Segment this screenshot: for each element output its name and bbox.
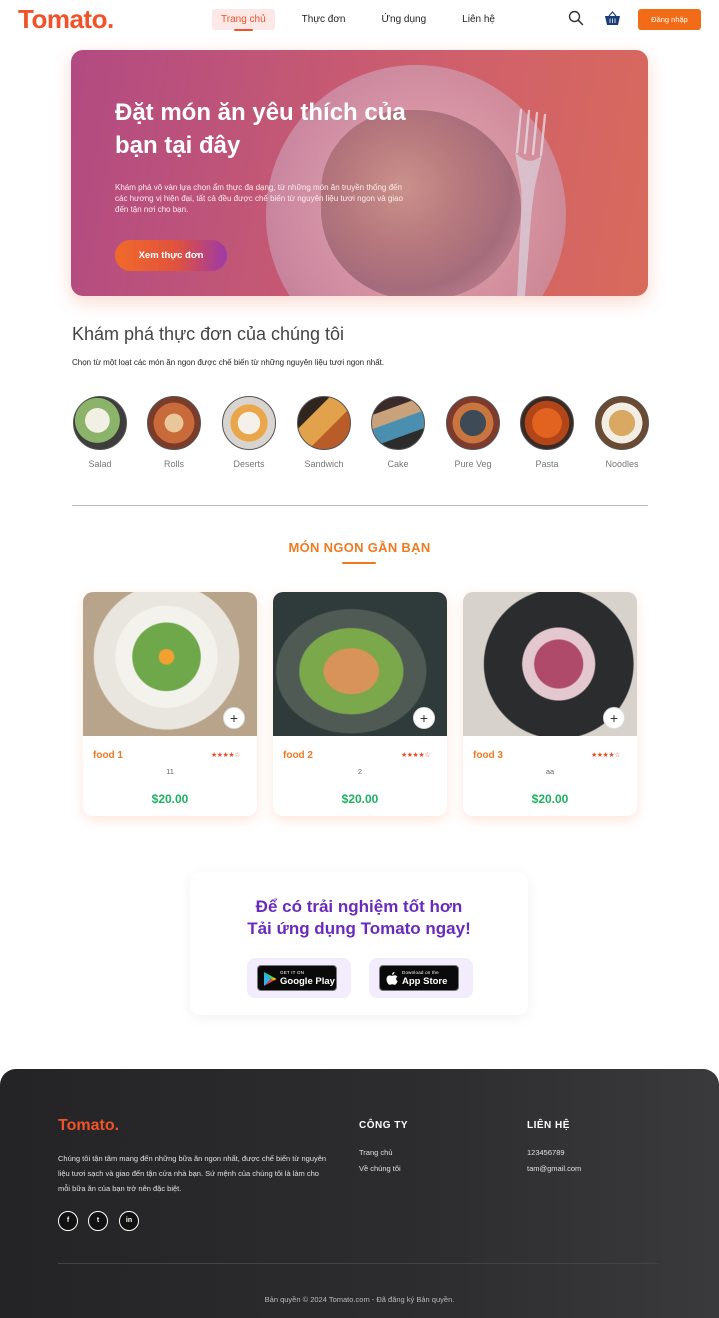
- app-title-line1: Để có trải nghiệm tốt hơn: [255, 897, 463, 916]
- app-download-section: Để có trải nghiệm tốt hơn Tải ứng dụng T…: [190, 872, 528, 1015]
- category-label: Salad: [88, 459, 112, 469]
- category-label: Pure Veg: [454, 459, 492, 469]
- food-price: $20.00: [531, 792, 569, 806]
- category-label: Cake: [387, 459, 409, 469]
- app-download-title: Để có trải nghiệm tốt hơn Tải ứng dụng T…: [190, 896, 528, 940]
- copyright-text: Bản quyền © 2024 Tomato.com - Đã đăng ký…: [264, 1295, 455, 1304]
- navbar: Tomato. Trang chủ Thực đơn Ứng dụng Liên…: [0, 0, 719, 40]
- category-label: Rolls: [163, 459, 184, 469]
- linkedin-icon[interactable]: in: [119, 1211, 139, 1231]
- login-button[interactable]: Đăng nhập: [638, 9, 701, 30]
- google-play-wrapper: GET IT ON Google Play: [247, 958, 351, 998]
- pasta-image: [520, 396, 574, 450]
- food-card[interactable]: + food 3 ★★★★☆ aa $20.00: [463, 592, 637, 816]
- hero-description: Khám phá vô vàn lựa chọn ẩm thực đa dạng…: [115, 183, 403, 214]
- category-label: Sandwich: [304, 459, 344, 469]
- hero-title: Đặt món ăn yêu thích của bạn tại đây: [115, 99, 406, 159]
- footer-company-title: CÔNG TY: [359, 1120, 409, 1131]
- add-to-cart-button[interactable]: +: [413, 707, 435, 729]
- fork-image: [515, 108, 547, 296]
- add-to-cart-button[interactable]: +: [603, 707, 625, 729]
- category-item-pure-veg[interactable]: Pure Veg: [445, 396, 501, 469]
- category-list: Salad Rolls Deserts Sandwich Cake Pure V…: [72, 396, 649, 476]
- category-item-pasta[interactable]: Pasta: [519, 396, 575, 469]
- logo[interactable]: Tomato.: [18, 4, 114, 35]
- pure-veg-image: [446, 396, 500, 450]
- category-item-cake[interactable]: Cake: [370, 396, 426, 469]
- footer-logo[interactable]: Tomato.: [58, 1117, 119, 1135]
- section-divider: [72, 505, 648, 506]
- view-menu-button[interactable]: Xem thực đơn: [115, 240, 227, 271]
- nav-item-menu[interactable]: Thực đơn: [293, 9, 355, 30]
- rating-stars: ★★★★☆: [401, 752, 430, 759]
- nav-menu: Trang chủ Thực đơn Ứng dụng Liên hệ: [212, 9, 522, 31]
- category-item-sandwich[interactable]: Sandwich: [296, 396, 352, 469]
- food-name: food 1: [93, 750, 123, 761]
- footer-about-text: Chúng tôi tận tâm mang đến những bữa ăn …: [58, 1154, 327, 1193]
- category-item-rolls[interactable]: Rolls: [146, 396, 202, 469]
- deserts-image: [222, 396, 276, 450]
- category-item-noodles[interactable]: Noodles: [594, 396, 650, 469]
- food-description: 2: [357, 767, 363, 776]
- rolls-image: [147, 396, 201, 450]
- hero-banner: Đặt món ăn yêu thích của bạn tại đây Khá…: [71, 50, 648, 296]
- food-price: $20.00: [151, 792, 189, 806]
- food-name: food 3: [473, 750, 503, 761]
- google-play-icon: [264, 972, 277, 986]
- cake-image: [371, 396, 425, 450]
- app-store-wrapper: Download on the App Store: [369, 958, 473, 998]
- footer-phone: 123456789: [527, 1148, 565, 1157]
- category-label: Deserts: [233, 459, 265, 469]
- google-play-button[interactable]: GET IT ON Google Play: [257, 965, 337, 991]
- title-underline: [342, 562, 376, 564]
- search-icon[interactable]: [568, 10, 584, 26]
- app-store-button[interactable]: Download on the App Store: [379, 965, 459, 991]
- near-you-title: MÓN NGON GẦN BẠN: [288, 540, 431, 555]
- google-play-text: Google Play: [280, 976, 335, 987]
- apple-icon: [386, 972, 398, 985]
- basket-icon[interactable]: [604, 11, 621, 26]
- category-label: Noodles: [605, 459, 639, 469]
- food-description: aa: [545, 767, 555, 776]
- food-description: 11: [166, 767, 174, 776]
- explore-menu-subtitle: Chọn từ một loạt các món ăn ngon được ch…: [72, 358, 385, 367]
- nav-item-home[interactable]: Trang chủ: [212, 9, 275, 31]
- nav-item-contact[interactable]: Liên hệ: [453, 9, 504, 30]
- food-price: $20.00: [341, 792, 379, 806]
- food-name: food 2: [283, 750, 313, 761]
- food-card[interactable]: + food 1 ★★★★☆ 11 $20.00: [83, 592, 257, 816]
- footer-divider: [58, 1263, 658, 1264]
- footer-email[interactable]: tam@gmail.com: [527, 1164, 581, 1173]
- add-to-cart-button[interactable]: +: [223, 707, 245, 729]
- twitter-icon[interactable]: t: [88, 1211, 108, 1231]
- rating-stars: ★★★★☆: [591, 752, 620, 759]
- food-card[interactable]: + food 2 ★★★★☆ 2 $20.00: [273, 592, 447, 816]
- category-item-deserts[interactable]: Deserts: [221, 396, 277, 469]
- google-play-small-text: GET IT ON: [280, 970, 305, 975]
- app-title-line2: Tải ứng dụng Tomato ngay!: [247, 919, 471, 938]
- rating-stars: ★★★★☆: [211, 752, 240, 759]
- salad-image: [73, 396, 127, 450]
- app-store-small-text: Download on the: [402, 970, 439, 975]
- footer-contact-title: LIÊN HỆ: [527, 1120, 570, 1131]
- explore-menu-title: Khám phá thực đơn của chúng tôi: [72, 324, 345, 344]
- footer-link-about[interactable]: Về chúng tôi: [359, 1164, 401, 1173]
- app-store-text: App Store: [402, 976, 448, 987]
- category-label: Pasta: [535, 459, 559, 469]
- category-item-salad[interactable]: Salad: [72, 396, 128, 469]
- facebook-icon[interactable]: f: [58, 1211, 78, 1231]
- nav-item-app[interactable]: Ứng dụng: [372, 9, 435, 30]
- footer-link-home[interactable]: Trang chủ: [359, 1148, 393, 1157]
- sandwich-image: [297, 396, 351, 450]
- noodles-image: [595, 396, 649, 450]
- footer: Tomato. Chúng tôi tận tâm mang đến những…: [0, 1069, 719, 1318]
